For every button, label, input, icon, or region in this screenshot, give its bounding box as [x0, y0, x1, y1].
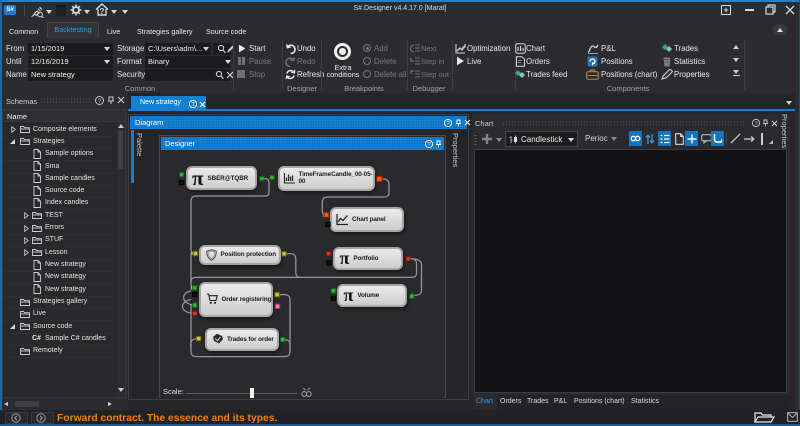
svg-text:?: ?: [446, 121, 449, 127]
svg-text:?: ?: [98, 98, 102, 105]
svg-text:?: ?: [427, 142, 430, 148]
svg-text:?: ?: [191, 102, 194, 108]
svg-text:?: ?: [100, 7, 105, 16]
svg-text:?: ?: [754, 121, 757, 127]
